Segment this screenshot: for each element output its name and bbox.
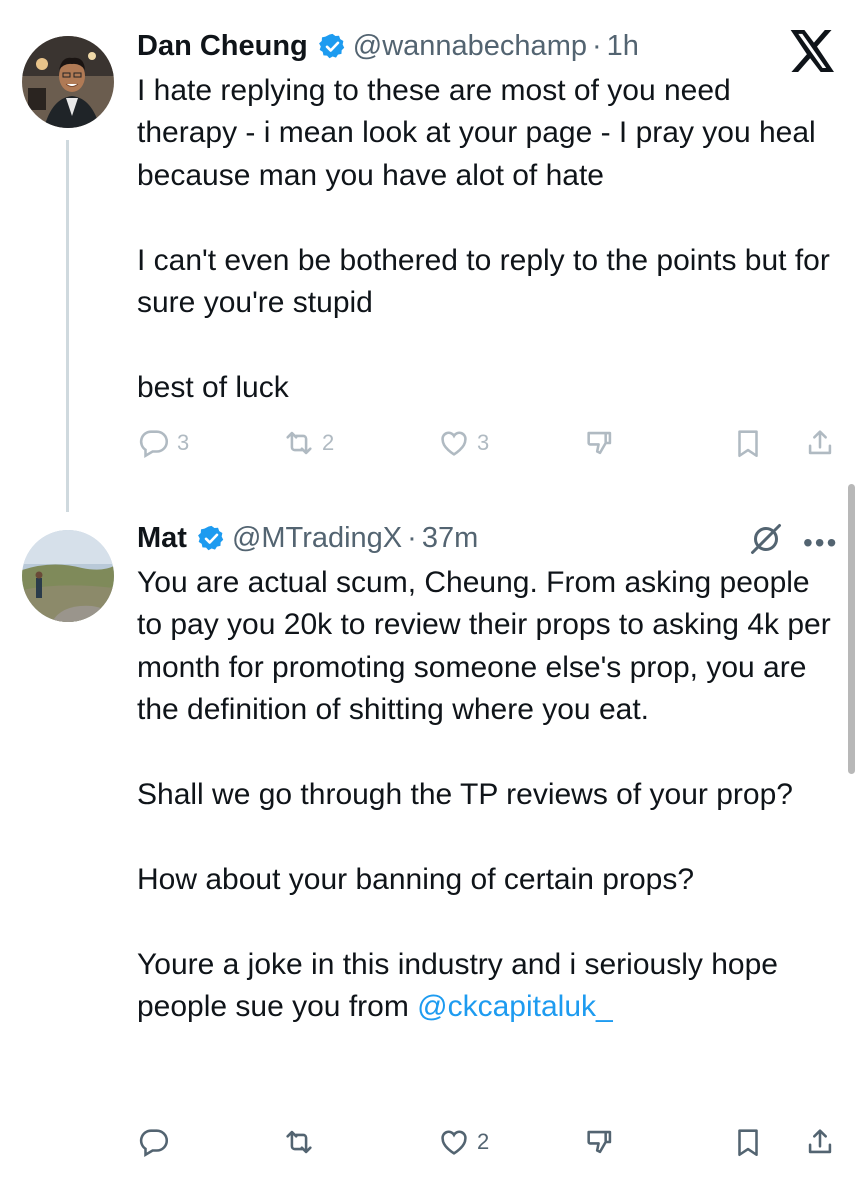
tweet-text: I hate replying to these are most of you… — [137, 74, 830, 404]
bookmark-icon — [738, 430, 758, 458]
repost-icon — [286, 1130, 312, 1154]
like-icon — [441, 431, 467, 456]
like-count: 3 — [477, 430, 490, 455]
bookmark-button[interactable] — [731, 426, 765, 460]
repost-count: 2 — [322, 430, 335, 455]
repost-button[interactable]: 2 — [282, 426, 334, 460]
action-bar: 2 — [137, 1125, 837, 1165]
x-logo-icon — [790, 30, 834, 72]
like-icon — [441, 1130, 467, 1155]
share-icon — [808, 1129, 832, 1154]
repost-button[interactable] — [282, 1125, 322, 1159]
bookmark-icon — [738, 1129, 758, 1157]
grok-icon[interactable] — [748, 521, 784, 557]
share-button[interactable] — [803, 1125, 837, 1159]
like-button[interactable]: 3 — [437, 426, 489, 460]
verified-icon — [198, 525, 224, 550]
tweet-header: Mat @MTradingX · 37m — [137, 518, 478, 558]
dislike-icon — [587, 1130, 612, 1154]
share-icon — [808, 430, 832, 455]
separator-dot: · — [407, 521, 417, 554]
mention-link[interactable]: @ckcapitaluk_ — [417, 990, 613, 1023]
separator-dot: · — [591, 29, 602, 62]
dislike-button[interactable] — [583, 426, 617, 460]
avatar[interactable] — [22, 530, 114, 622]
tweet-text: You are actual scum, Cheung. From asking… — [137, 562, 837, 1028]
tweet-text-content: You are actual scum, Cheung. From asking… — [137, 566, 831, 1024]
author-handle[interactable]: @MTradingX — [232, 522, 402, 555]
tweet-header: Dan Cheung @wannabechamp · 1h — [137, 26, 639, 66]
reply-count: 3 — [177, 430, 190, 455]
repost-icon — [286, 431, 312, 455]
author-handle[interactable]: @wannabechamp — [353, 30, 587, 63]
reply-button[interactable] — [137, 1125, 177, 1159]
like-button[interactable]: 2 — [437, 1125, 489, 1159]
dislike-button[interactable] — [583, 1125, 617, 1159]
like-count: 2 — [477, 1129, 490, 1154]
dislike-icon — [587, 431, 612, 455]
reply-button[interactable]: 3 — [137, 426, 189, 460]
timestamp[interactable]: 37m — [422, 522, 478, 555]
author-name[interactable]: Dan Cheung — [137, 30, 308, 63]
thread-connector-line — [66, 140, 69, 512]
author-name[interactable]: Mat — [137, 522, 187, 555]
reply-icon — [139, 1129, 169, 1158]
action-bar: 3 2 3 — [137, 426, 837, 466]
share-button[interactable] — [803, 426, 837, 460]
scrollbar[interactable] — [848, 484, 855, 774]
reply-icon — [139, 430, 169, 459]
more-icon[interactable]: ••• — [803, 527, 838, 559]
timestamp[interactable]: 1h — [607, 30, 639, 63]
bookmark-button[interactable] — [731, 1125, 765, 1159]
verified-icon — [318, 33, 345, 58]
avatar[interactable] — [22, 36, 114, 128]
